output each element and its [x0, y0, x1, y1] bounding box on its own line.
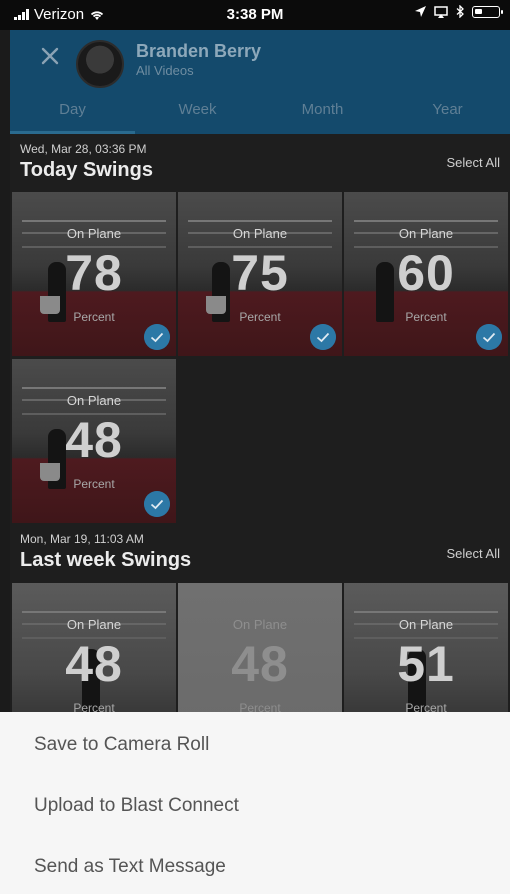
metric-label: On Plane — [398, 226, 454, 241]
metric-value: 51 — [397, 636, 455, 692]
tab-week[interactable]: Week — [135, 100, 260, 134]
metric-value: 78 — [65, 245, 123, 301]
airplay-icon — [434, 5, 448, 18]
metric-unit: Percent — [239, 310, 281, 324]
section-date: Mon, Mar 19, 11:03 AM — [20, 532, 144, 546]
section-title: Last week Swings — [20, 549, 192, 571]
video-thumbnail[interactable]: On Plane 78 Percent — [12, 192, 176, 356]
section-date: Wed, Mar 28, 03:36 PM — [20, 142, 147, 156]
checkmark-icon[interactable] — [144, 491, 170, 517]
checkmark-icon[interactable] — [310, 324, 336, 350]
metric-unit: Percent — [239, 701, 281, 712]
metric-label: On Plane — [232, 617, 288, 632]
tab-day[interactable]: Day — [10, 100, 135, 134]
metric-unit: Percent — [405, 701, 447, 712]
bluetooth-icon — [456, 5, 464, 18]
video-thumbnail[interactable]: On Plane 48 Percent — [12, 583, 176, 712]
select-all-button[interactable]: Select All — [447, 155, 500, 170]
metric-label: On Plane — [232, 226, 288, 241]
swings-list: Wed, Mar 28, 03:36 PM Today Swings Selec… — [10, 134, 510, 712]
tab-year[interactable]: Year — [385, 100, 510, 134]
status-icons — [415, 5, 503, 18]
metric-label: On Plane — [66, 226, 122, 241]
metric-unit: Percent — [73, 477, 115, 491]
user-subtitle: All Videos — [136, 63, 194, 78]
section-title: Today Swings — [20, 159, 153, 181]
checkmark-icon[interactable] — [476, 324, 502, 350]
metric-unit: Percent — [405, 310, 447, 324]
tab-month[interactable]: Month — [260, 100, 385, 134]
metric-value: 60 — [397, 245, 455, 301]
metric-label: On Plane — [398, 617, 454, 632]
upload-to-blast-connect-button[interactable]: Upload to Blast Connect — [34, 795, 239, 817]
video-thumbnail[interactable]: On Plane 48 Percent — [178, 583, 342, 712]
metric-label: On Plane — [66, 617, 122, 632]
avatar — [76, 40, 124, 88]
app-header: Branden Berry All Videos Day Week Month … — [10, 30, 510, 134]
period-tabs: Day Week Month Year — [10, 100, 510, 134]
metric-unit: Percent — [73, 310, 115, 324]
video-thumbnail[interactable]: On Plane 60 Percent — [344, 192, 508, 356]
metric-unit: Percent — [73, 701, 115, 712]
send-as-text-message-button[interactable]: Send as Text Message — [34, 856, 226, 878]
user-name: Branden Berry — [136, 41, 262, 61]
close-icon[interactable] — [38, 44, 62, 68]
video-thumbnail[interactable]: On Plane 51 Percent — [344, 583, 508, 712]
metric-value: 75 — [231, 245, 289, 301]
status-bar: Verizon 3:38 PM — [0, 0, 510, 30]
save-to-camera-roll-button[interactable]: Save to Camera Roll — [34, 734, 209, 756]
checkmark-icon[interactable] — [144, 324, 170, 350]
metric-label: On Plane — [66, 393, 122, 408]
select-all-button[interactable]: Select All — [447, 546, 500, 561]
metric-value: 48 — [231, 636, 289, 692]
metric-value: 48 — [65, 412, 123, 468]
location-icon — [415, 6, 426, 17]
action-sheet: Save to Camera Roll Upload to Blast Conn… — [0, 712, 510, 894]
video-thumbnail[interactable]: On Plane 48 Percent — [12, 359, 176, 523]
battery-icon — [472, 5, 503, 18]
metric-value: 48 — [65, 636, 123, 692]
video-thumbnail[interactable]: On Plane 75 Percent — [178, 192, 342, 356]
